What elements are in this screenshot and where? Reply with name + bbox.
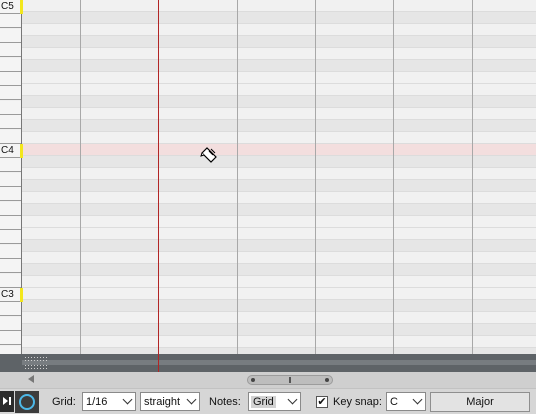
- note-row[interactable]: [22, 228, 536, 240]
- piano-key[interactable]: [0, 72, 22, 86]
- note-row[interactable]: [22, 216, 536, 228]
- note-row[interactable]: [22, 156, 536, 168]
- play-stop-icon[interactable]: [0, 391, 14, 412]
- piano-key[interactable]: [0, 202, 22, 216]
- note-row[interactable]: [22, 204, 536, 216]
- horizontal-scrollbar[interactable]: [0, 372, 536, 388]
- note-row[interactable]: [22, 84, 536, 96]
- piano-key[interactable]: [0, 43, 22, 57]
- note-row[interactable]: [22, 192, 536, 204]
- key-snap-select[interactable]: C: [386, 392, 426, 411]
- controller-lane-track: [22, 360, 536, 365]
- grid-type-select-value: straight: [144, 396, 181, 408]
- scroll-left-arrow-icon[interactable]: [28, 375, 34, 383]
- loop-ring: [19, 394, 35, 410]
- key-marker-c5: [20, 0, 23, 14]
- chevron-down-icon: [287, 394, 298, 405]
- key-label-c5: C5: [1, 1, 14, 12]
- grid-line: [237, 0, 238, 354]
- scroll-thumb-grip: [289, 377, 291, 383]
- note-row[interactable]: [22, 336, 536, 348]
- grid-line: [80, 0, 81, 354]
- note-row[interactable]: [22, 324, 536, 336]
- piano-key[interactable]: [0, 245, 22, 259]
- grid-type-select[interactable]: straight: [140, 392, 200, 411]
- piano-key[interactable]: [0, 259, 22, 273]
- piano-key[interactable]: [0, 29, 22, 43]
- scroll-thumb-right-dot: [325, 378, 329, 382]
- key-snap-select-value: C: [390, 396, 398, 408]
- chevron-down-icon: [186, 394, 197, 405]
- note-row[interactable]: [22, 120, 536, 132]
- piano-key[interactable]: [0, 14, 22, 28]
- piano-key[interactable]: [0, 230, 22, 244]
- key-marker-c4: [20, 144, 23, 158]
- note-row[interactable]: [22, 108, 536, 120]
- notes-select-value: Grid: [251, 396, 276, 408]
- grid-line: [472, 0, 473, 354]
- piano-key[interactable]: [0, 346, 22, 354]
- note-row[interactable]: [22, 36, 536, 48]
- scale-button[interactable]: Major: [430, 392, 530, 412]
- note-row[interactable]: [22, 144, 536, 156]
- piano-key[interactable]: [0, 101, 22, 115]
- key-label-c3: C3: [1, 289, 14, 300]
- lane-resize-handle[interactable]: [24, 356, 48, 362]
- piano-key[interactable]: [0, 274, 22, 288]
- note-row[interactable]: [22, 264, 536, 276]
- chevron-down-icon: [122, 394, 133, 405]
- note-row[interactable]: [22, 12, 536, 24]
- piano-key[interactable]: [0, 130, 22, 144]
- loop-icon[interactable]: [15, 391, 39, 413]
- notes-select[interactable]: Grid: [248, 392, 301, 411]
- note-row[interactable]: [22, 300, 536, 312]
- note-row[interactable]: [22, 312, 536, 324]
- piano-key[interactable]: [0, 302, 22, 316]
- note-row[interactable]: [22, 96, 536, 108]
- piano-key[interactable]: [0, 173, 22, 187]
- notes-label: Notes:: [209, 396, 241, 408]
- key-snap-label: Key snap:: [333, 396, 382, 408]
- piano-key[interactable]: [0, 187, 22, 201]
- note-row[interactable]: [22, 240, 536, 252]
- piano-key[interactable]: [0, 317, 22, 331]
- playhead-line[interactable]: [158, 0, 159, 372]
- piano-key[interactable]: [0, 158, 22, 172]
- grid-line: [315, 0, 316, 354]
- note-row[interactable]: [22, 0, 536, 12]
- note-row[interactable]: [22, 180, 536, 192]
- grid-label: Grid:: [52, 396, 76, 408]
- pencil-cursor-icon: [200, 146, 218, 169]
- key-snap-checkbox[interactable]: ✔: [316, 396, 328, 408]
- lane-resize-handle-lower[interactable]: [24, 364, 48, 370]
- note-row[interactable]: [22, 72, 536, 84]
- stop-bar: [9, 397, 11, 405]
- scroll-thumb[interactable]: [247, 375, 333, 385]
- key-marker-c3: [20, 288, 23, 302]
- grid-line: [393, 0, 394, 354]
- note-row[interactable]: [22, 48, 536, 60]
- note-row[interactable]: [22, 24, 536, 36]
- piano-key[interactable]: [0, 331, 22, 345]
- piano-key[interactable]: [0, 115, 22, 129]
- piano-roll-area[interactable]: C5 C4 C3: [0, 0, 536, 354]
- grid-select-value: 1/16: [86, 396, 108, 408]
- scroll-thumb-left-dot: [251, 378, 255, 382]
- note-row[interactable]: [22, 288, 536, 300]
- note-row[interactable]: [22, 132, 536, 144]
- piano-key[interactable]: [0, 58, 22, 72]
- key-label-c4: C4: [1, 145, 14, 156]
- chevron-down-icon: [412, 394, 423, 405]
- note-row[interactable]: [22, 60, 536, 72]
- note-row[interactable]: [22, 252, 536, 264]
- play-triangle: [3, 397, 8, 405]
- controller-lane[interactable]: [0, 354, 536, 372]
- note-row[interactable]: [22, 168, 536, 180]
- grid-select[interactable]: 1/16: [82, 392, 136, 411]
- piano-key[interactable]: [0, 86, 22, 100]
- note-row[interactable]: [22, 276, 536, 288]
- piano-key[interactable]: [0, 216, 22, 230]
